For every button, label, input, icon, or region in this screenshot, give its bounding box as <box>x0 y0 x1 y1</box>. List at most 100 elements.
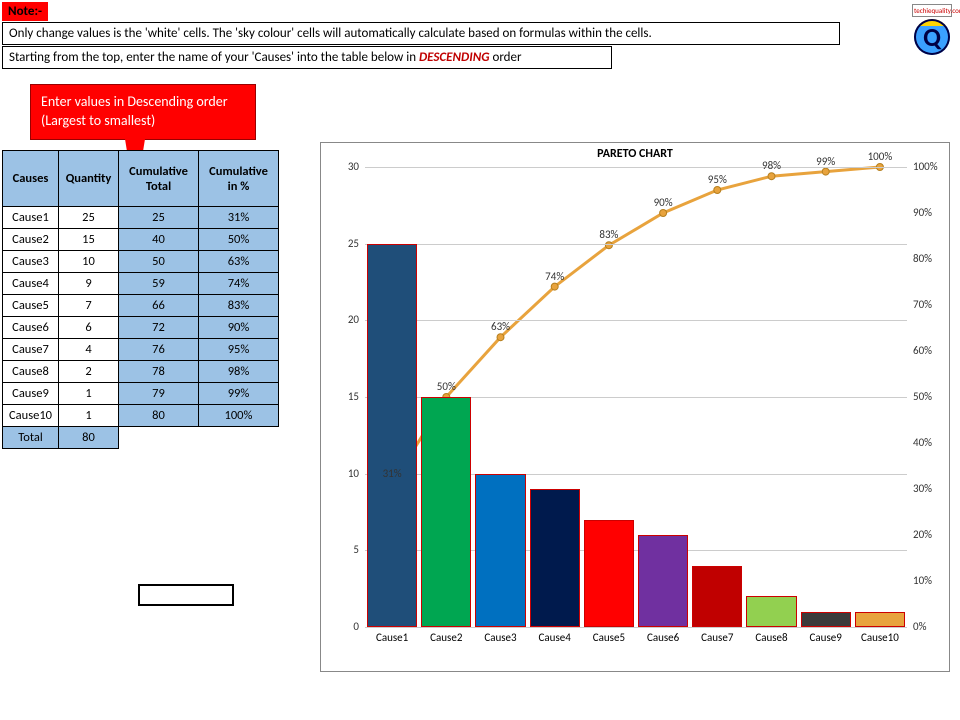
cell-ctot: 76 <box>119 339 199 361</box>
x-category: Cause7 <box>690 631 744 644</box>
y-right-tick: 80% <box>913 252 949 265</box>
table-row: Cause827898% <box>3 361 279 383</box>
x-category: Cause3 <box>473 631 527 644</box>
cell-ctot: 72 <box>119 317 199 339</box>
y-left-tick: 15 <box>329 390 359 403</box>
grid-line <box>365 320 907 321</box>
chart-bar <box>584 520 634 627</box>
y-right-tick: 60% <box>913 344 949 357</box>
cell-cause[interactable]: Cause1 <box>3 207 59 229</box>
cell-cause[interactable]: Cause9 <box>3 383 59 405</box>
cell-qty[interactable]: 1 <box>59 383 119 405</box>
cell-cause[interactable]: Cause6 <box>3 317 59 339</box>
chart-pct-label: 50% <box>437 380 456 393</box>
x-category: Cause5 <box>582 631 636 644</box>
cell-cause[interactable]: Cause5 <box>3 295 59 317</box>
cell-qty[interactable]: 15 <box>59 229 119 251</box>
table-row: Cause1252531% <box>3 207 279 229</box>
cell-ctot: 78 <box>119 361 199 383</box>
instruction-2-suffix: order <box>490 50 522 65</box>
chart-bar <box>801 612 851 627</box>
chart-pct-label: 90% <box>654 196 673 209</box>
cell-qty[interactable]: 1 <box>59 405 119 427</box>
y-right-tick: 50% <box>913 390 949 403</box>
y-left-tick: 5 <box>329 543 359 556</box>
cell-cpct: 95% <box>199 339 279 361</box>
note-label: Note:- <box>2 2 48 21</box>
cell-ctot: 59 <box>119 273 199 295</box>
callout-line2: (Largest to smallest) <box>41 112 245 131</box>
chart-line-marker <box>768 173 775 180</box>
y-right-tick: 10% <box>913 574 949 587</box>
cell-ctot: 80 <box>119 405 199 427</box>
cell-cause[interactable]: Cause8 <box>3 361 59 383</box>
chart-bar <box>692 566 742 627</box>
table-row: Cause10180100% <box>3 405 279 427</box>
cell-cpct: 83% <box>199 295 279 317</box>
y-left-tick: 0 <box>329 620 359 633</box>
th-cum-total: Cumulative Total <box>119 151 199 207</box>
chart-bar <box>746 596 796 627</box>
logo-q-icon: Q <box>914 19 950 55</box>
th-causes: Causes <box>3 151 59 207</box>
cell-cpct: 63% <box>199 251 279 273</box>
chart-pct-label: 63% <box>491 320 510 333</box>
cell-ctot: 25 <box>119 207 199 229</box>
y-right-tick: 90% <box>913 206 949 219</box>
cell-cause[interactable]: Cause4 <box>3 273 59 295</box>
table-row: Cause667290% <box>3 317 279 339</box>
cell-cpct: 74% <box>199 273 279 295</box>
table-row: Cause747695% <box>3 339 279 361</box>
x-category: Cause1 <box>365 631 419 644</box>
cell-qty[interactable]: 10 <box>59 251 119 273</box>
chart-plot-area: 0510152025300%10%20%30%40%50%60%70%80%90… <box>365 167 907 627</box>
y-right-tick: 70% <box>913 298 949 311</box>
chart-pct-label: 31% <box>383 467 402 480</box>
cell-cpct: 99% <box>199 383 279 405</box>
cell-ctot: 79 <box>119 383 199 405</box>
chart-bar <box>530 489 580 627</box>
cell-cause[interactable]: Cause7 <box>3 339 59 361</box>
table-row: Cause576683% <box>3 295 279 317</box>
table-row: Cause917999% <box>3 383 279 405</box>
chart-line-marker <box>660 210 667 217</box>
chart-bar <box>421 397 471 627</box>
chart-pct-label: 74% <box>545 270 564 283</box>
chart-bar <box>638 535 688 627</box>
cell-cause[interactable]: Cause3 <box>3 251 59 273</box>
chart-bar <box>367 244 417 627</box>
cell-cause[interactable]: Cause2 <box>3 229 59 251</box>
chart-title: PARETO CHART <box>321 147 949 161</box>
cell-qty[interactable]: 9 <box>59 273 119 295</box>
cell-cpct: 50% <box>199 229 279 251</box>
cell-qty[interactable]: 4 <box>59 339 119 361</box>
cell-cpct: 100% <box>199 405 279 427</box>
cell-cpct: 90% <box>199 317 279 339</box>
cell-qty[interactable]: 7 <box>59 295 119 317</box>
y-left-tick: 25 <box>329 237 359 250</box>
chart-pct-label: 99% <box>816 155 835 168</box>
table-row: Cause495974% <box>3 273 279 295</box>
logo-top-text: techiequality.com <box>912 4 952 17</box>
pareto-chart: PARETO CHART 0510152025300%10%20%30%40%5… <box>320 142 950 672</box>
y-right-tick: 40% <box>913 436 949 449</box>
x-category: Cause8 <box>744 631 798 644</box>
x-category: Cause4 <box>528 631 582 644</box>
cell-qty[interactable]: 2 <box>59 361 119 383</box>
cell-qty[interactable]: 25 <box>59 207 119 229</box>
chart-pct-label: 98% <box>762 159 781 172</box>
x-category: Cause2 <box>419 631 473 644</box>
logo: techiequality.com Q <box>912 4 952 54</box>
table-row-total: Total80 <box>3 427 279 449</box>
text-box[interactable] <box>138 584 234 606</box>
y-left-tick: 10 <box>329 467 359 480</box>
callout-line1: Enter values in Descending order <box>41 93 245 112</box>
y-left-tick: 20 <box>329 313 359 326</box>
cell-cause[interactable]: Cause10 <box>3 405 59 427</box>
y-right-tick: 0% <box>913 620 949 633</box>
cell-qty[interactable]: 6 <box>59 317 119 339</box>
data-table: Causes Quantity Cumulative Total Cumulat… <box>2 150 279 449</box>
cell-ctot: 40 <box>119 229 199 251</box>
cell-cpct: 31% <box>199 207 279 229</box>
chart-pct-label: 100% <box>868 150 893 163</box>
